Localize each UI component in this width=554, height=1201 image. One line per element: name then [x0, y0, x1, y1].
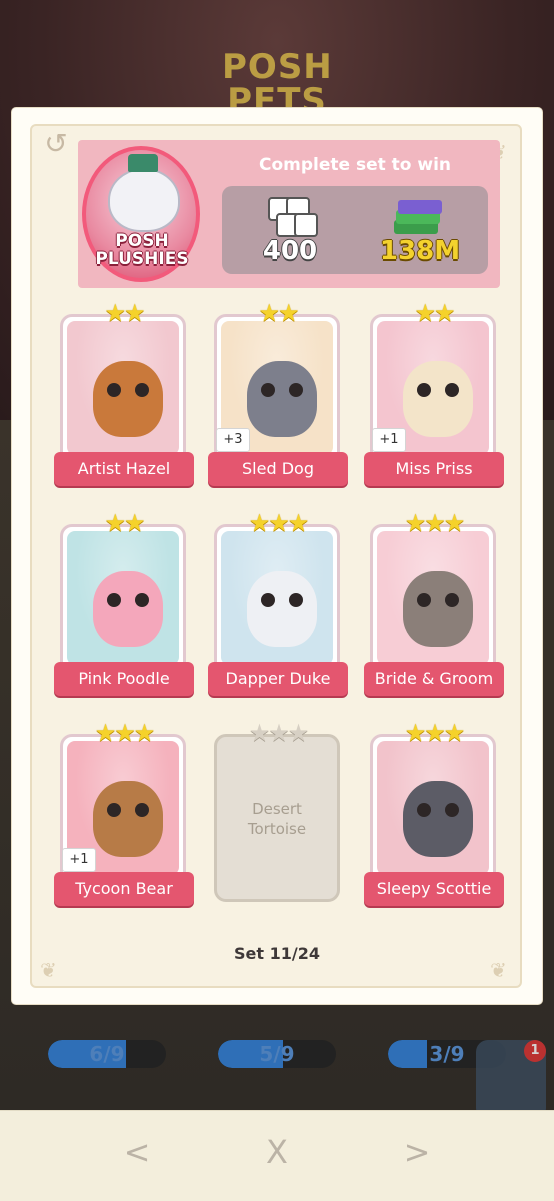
previous-button[interactable]: < — [112, 1130, 162, 1174]
star-rating: ★★★ — [56, 719, 192, 747]
locked-pet-name: Desert Tortoise — [247, 800, 307, 838]
star-icon: ★ — [104, 509, 125, 537]
star-icon: ★ — [248, 719, 270, 747]
star-rating: ★★★ — [210, 509, 346, 537]
pet-plush-icon — [93, 571, 163, 647]
reward-cash-value: 138M — [379, 236, 461, 266]
notification-badge: 1 — [524, 1040, 546, 1062]
pet-name-label: Sled Dog — [208, 452, 348, 486]
star-icon: ★ — [414, 299, 435, 327]
pet-card-frame: Desert Tortoise — [214, 734, 340, 902]
star-icon: ★ — [124, 509, 145, 537]
star-rating: ★★★ — [210, 719, 346, 747]
pet-plush-icon — [403, 361, 473, 437]
pet-plush-icon — [247, 571, 317, 647]
pet-card[interactable]: +1 Tycoon Bear ★★★ — [54, 719, 194, 908]
pet-plush-icon — [93, 361, 163, 437]
star-icon: ★ — [434, 299, 455, 327]
progress-text: 5/9 — [259, 1042, 295, 1066]
pet-artwork — [67, 531, 179, 665]
star-icon: ★ — [287, 719, 309, 747]
next-button[interactable]: > — [392, 1130, 442, 1174]
star-icon: ★ — [133, 719, 155, 747]
dice-icon — [264, 195, 318, 239]
pet-plush-icon — [403, 571, 473, 647]
background-album-button[interactable]: 1 — [476, 1040, 546, 1120]
pet-card[interactable]: Desert Tortoise ★★★ — [210, 719, 346, 908]
star-icon: ★ — [124, 299, 145, 327]
star-icon: ★ — [248, 509, 270, 537]
star-rating: ★★ — [56, 509, 192, 537]
duplicate-count-badge: +1 — [372, 428, 406, 452]
pet-artwork — [377, 531, 489, 665]
pet-card[interactable]: Artist Hazel ★★ — [54, 299, 194, 488]
set-label: Set 11/24 — [234, 944, 320, 963]
star-icon: ★ — [443, 509, 465, 537]
duplicate-count-badge: +1 — [62, 848, 96, 872]
star-icon: ★ — [278, 299, 299, 327]
star-rating: ★★★ — [366, 719, 502, 747]
star-icon: ★ — [404, 719, 426, 747]
pet-artwork — [221, 531, 333, 665]
star-icon: ★ — [424, 509, 445, 537]
reward-title: Complete set to win — [258, 155, 452, 175]
pet-name-label: Artist Hazel — [54, 452, 194, 486]
star-icon: ★ — [287, 509, 309, 537]
star-rating: ★★ — [56, 299, 192, 327]
pet-plush-icon — [403, 781, 473, 857]
duplicate-count-badge: +3 — [216, 428, 250, 452]
pet-name-label: Dapper Duke — [208, 662, 348, 696]
pet-card[interactable]: Pink Poodle ★★ — [54, 509, 194, 698]
pet-plush-icon — [93, 781, 163, 857]
pet-name-label: Bride & Groom — [364, 662, 504, 696]
pet-card[interactable]: Dapper Duke ★★★ — [208, 509, 348, 698]
reward-dice-value: 400 — [262, 236, 318, 266]
close-button[interactable]: X — [252, 1130, 302, 1174]
star-icon: ★ — [114, 719, 135, 747]
pet-card[interactable]: Sleepy Scottie ★★★ — [364, 719, 504, 908]
history-icon[interactable]: ↺ — [40, 128, 72, 160]
pet-name-label: Sleepy Scottie — [364, 872, 504, 906]
star-icon: ★ — [424, 719, 445, 747]
pet-card[interactable]: Bride & Groom ★★★ — [364, 509, 504, 698]
star-icon: ★ — [443, 719, 465, 747]
pet-artwork — [377, 741, 489, 875]
star-icon: ★ — [104, 299, 125, 327]
pet-plush-icon — [247, 361, 317, 437]
pet-name-label: Miss Priss — [364, 452, 504, 486]
emblem-cat-icon — [108, 168, 180, 232]
star-rating: ★★★ — [366, 509, 502, 537]
emblem-hat-icon — [128, 154, 158, 172]
star-icon: ★ — [258, 299, 279, 327]
cash-stack-icon — [392, 196, 442, 236]
progress-text: 6/9 — [89, 1042, 125, 1066]
star-rating: ★★ — [210, 299, 346, 327]
pet-name-label: Pink Poodle — [54, 662, 194, 696]
background-progress-2: 5/9 — [218, 1040, 336, 1068]
pet-card[interactable]: +1 Miss Priss ★★ — [364, 299, 504, 488]
pet-artwork — [67, 321, 179, 455]
star-icon: ★ — [268, 719, 289, 747]
star-icon: ★ — [94, 719, 116, 747]
star-rating: ★★ — [366, 299, 502, 327]
pet-card[interactable]: +3 Sled Dog ★★ — [208, 299, 348, 488]
background-progress-1: 6/9 — [48, 1040, 166, 1068]
pet-name-label: Tycoon Bear — [54, 872, 194, 906]
album-name: POSH PLUSHIES — [95, 231, 189, 269]
star-icon: ★ — [268, 509, 289, 537]
star-icon: ★ — [404, 509, 426, 537]
